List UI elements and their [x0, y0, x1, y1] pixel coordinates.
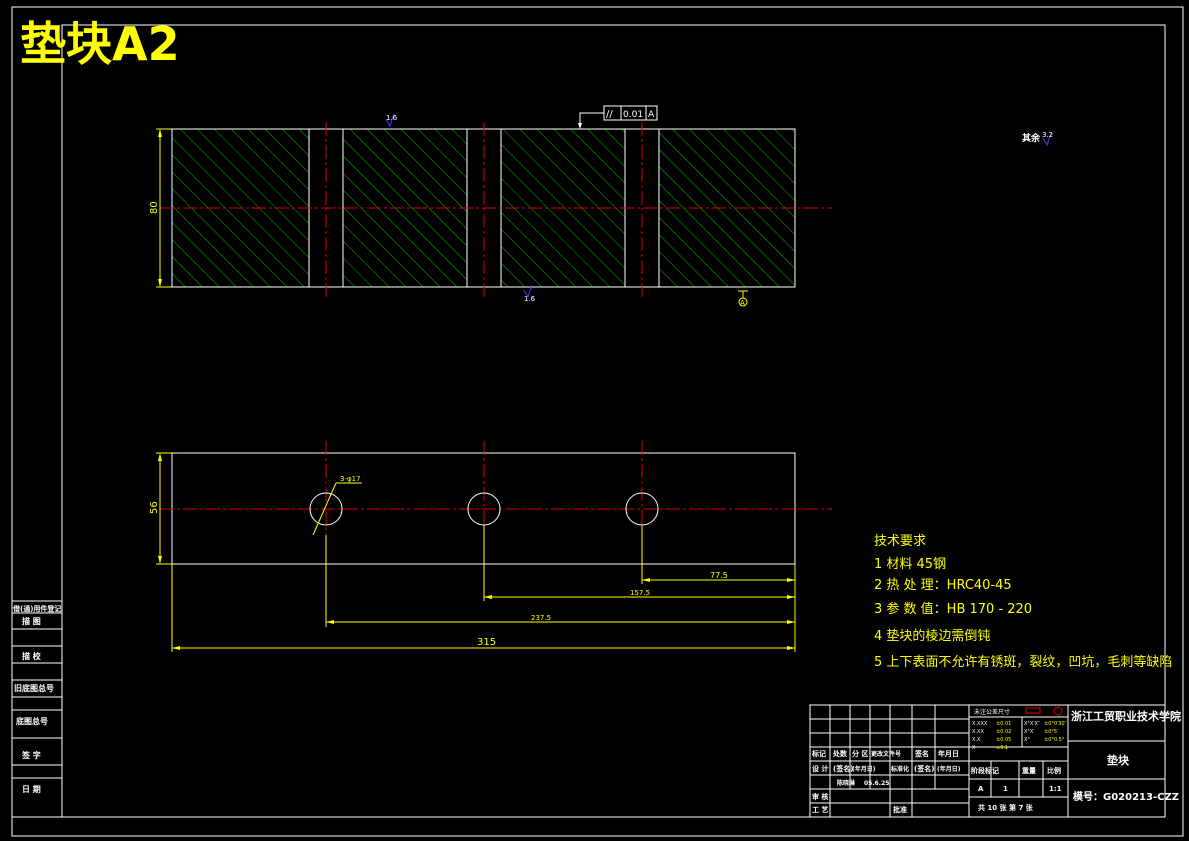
- svg-text:X°: X°: [1024, 737, 1030, 743]
- col-label-6: 年月日: [938, 749, 959, 758]
- cad-drawing-sheet: 垫块A2 80 1.6 1.6 // 0.01 A A 其余 3.2 3-φ17…: [11, 6, 1184, 837]
- dim-plan-height: 56: [149, 501, 160, 514]
- dim-front-height: 80: [149, 201, 160, 214]
- design-row-4: 标准化: [890, 765, 909, 773]
- scale-value: 1:1: [1049, 785, 1062, 793]
- stage-value: A: [978, 785, 984, 793]
- svg-text:±0.01: ±0.01: [996, 721, 1011, 727]
- dim-2375: 237.5: [531, 614, 551, 622]
- stage-label: 阶段标记: [971, 766, 999, 775]
- svg-text:0.01: 0.01: [623, 110, 643, 120]
- col-label-2: 处数: [832, 749, 848, 758]
- svg-text:1.6: 1.6: [386, 114, 398, 122]
- part-name: 垫块: [1107, 753, 1130, 767]
- checker-name: 陈晓琳: [837, 779, 856, 787]
- svg-text:±0°0.5°: ±0°0.5°: [1044, 737, 1065, 743]
- svg-text:±0.05: ±0.05: [996, 737, 1011, 743]
- tech-item-2: 2 热 处 理：HRC40-45: [874, 578, 1012, 593]
- side-row-4: 旧底图总号: [14, 683, 54, 693]
- process-label: 工 艺: [812, 805, 828, 814]
- svg-text:A: A: [740, 299, 745, 307]
- tech-item-5: 5 上下表面不允许有锈斑，裂纹，凹坑，毛刺等缺陷: [874, 654, 1172, 670]
- plan-view: 3-φ17 56 77.5 157.5 237.5 315: [149, 441, 832, 652]
- design-row-5: (签名): [914, 764, 934, 773]
- svg-text:A: A: [648, 110, 655, 120]
- tolerance-header: 未注公差尺寸: [974, 708, 1010, 716]
- parallelism-tolerance-frame: // 0.01 A: [578, 105, 658, 129]
- svg-text:±0°0′30″: ±0°0′30″: [1044, 721, 1067, 727]
- weight-label: 重量: [1022, 766, 1036, 775]
- design-row-2: (签名): [833, 764, 853, 773]
- review-label: 审 核: [812, 792, 828, 801]
- design-row-6: (年月日): [937, 765, 961, 773]
- datum-a-symbol: A: [738, 290, 748, 307]
- rest-roughness-note: 其余 3.2: [1022, 131, 1053, 147]
- side-row-7: 日 期: [22, 784, 41, 794]
- check-date: 05.6.25: [864, 780, 889, 787]
- drawing-title: 垫块A2: [20, 17, 180, 71]
- svg-text:±0.1: ±0.1: [996, 745, 1008, 751]
- side-row-5: 底图总号: [15, 716, 48, 726]
- col-label-1: 标记: [811, 749, 826, 758]
- svg-text:X°X′: X°X′: [1024, 729, 1035, 735]
- svg-text:其余: 其余: [1022, 132, 1041, 144]
- sheet-info: 共 10 张 第 7 张: [978, 803, 1034, 812]
- design-row-3: (年月日): [852, 765, 876, 773]
- svg-text:3.2: 3.2: [1042, 131, 1053, 139]
- tech-heading: 技术要求: [874, 534, 926, 549]
- approve-label: 批准: [893, 805, 907, 814]
- side-row-3: 描 校: [22, 651, 42, 661]
- svg-text:±0.02: ±0.02: [996, 729, 1011, 735]
- dim-1575: 157.5: [630, 589, 650, 597]
- side-row-1: 借(通)用件登记: [12, 604, 61, 613]
- svg-text:X.X: X.X: [972, 737, 981, 743]
- tech-item-3: 3 参 数 值：HB 170 - 220: [874, 601, 1032, 617]
- hole-callout: 3-φ17: [340, 475, 361, 483]
- svg-text://: //: [606, 109, 613, 120]
- roughness-symbol-top: 1.6: [385, 113, 398, 128]
- dim-775: 77.5: [710, 571, 728, 580]
- technical-requirements: 技术要求 1 材料 45钢 2 热 处 理：HRC40-45 3 参 数 值：H…: [874, 534, 1172, 670]
- scale-label: 比例: [1047, 766, 1061, 775]
- svg-text:X: X: [972, 745, 976, 751]
- svg-text:X.XXX: X.XXX: [972, 721, 988, 727]
- svg-text:X.XX: X.XX: [972, 729, 984, 735]
- school-name: 浙江工贸职业技术学院: [1071, 709, 1181, 723]
- dim-overall: 315: [477, 637, 496, 648]
- svg-text:±0°5′: ±0°5′: [1044, 729, 1059, 735]
- col-label-5: 签名: [914, 749, 929, 758]
- tech-item-1: 1 材料 45钢: [874, 557, 946, 572]
- svg-text:X°X′X″: X°X′X″: [1024, 721, 1040, 727]
- drawing-number: 模号：G020213-CZZ: [1073, 790, 1179, 803]
- col-label-4: 更改文件号: [871, 750, 901, 758]
- side-row-6: 签 字: [21, 750, 41, 760]
- weight-value: 1: [1003, 785, 1008, 793]
- roughness-symbol-bottom: 1.6: [523, 284, 536, 303]
- col-label-3: 分 区: [852, 749, 868, 758]
- design-row-1: 设 计: [812, 764, 828, 773]
- tech-item-4: 4 垫块的棱边需倒钝: [874, 628, 990, 644]
- front-view: 80 1.6 1.6 // 0.01 A A 其余 3.2: [149, 105, 1053, 307]
- side-row-2: 描 图: [22, 616, 41, 626]
- svg-text:1.6: 1.6: [524, 295, 536, 303]
